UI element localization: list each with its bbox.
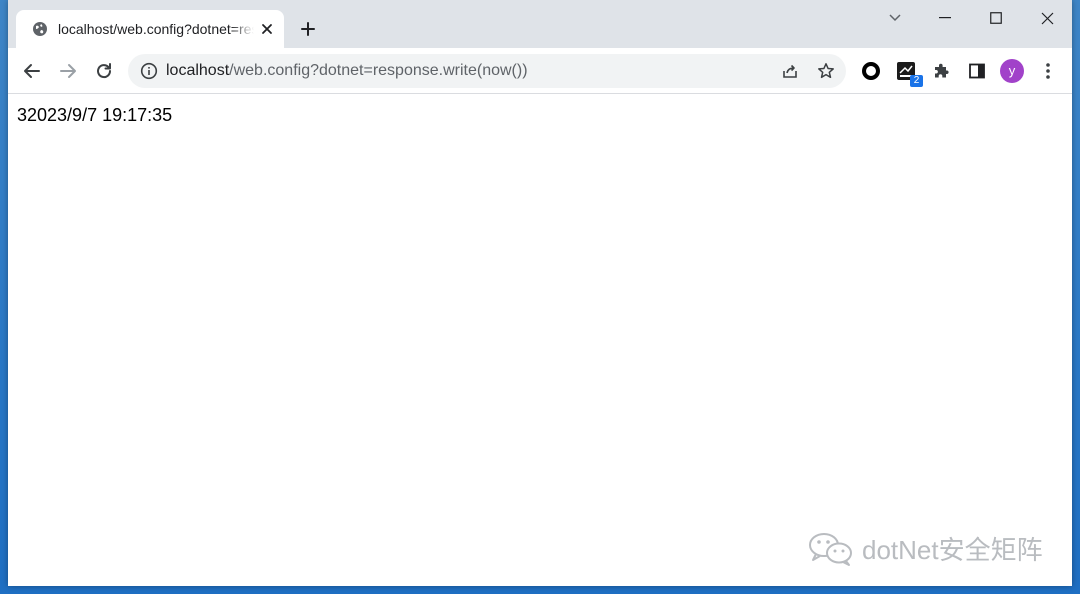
forward-button[interactable] <box>55 58 81 84</box>
maximize-button[interactable] <box>978 4 1014 32</box>
extension-badge-icon[interactable]: 2 <box>895 60 923 87</box>
extensions-puzzle-icon[interactable] <box>930 60 952 82</box>
wechat-logo-icon <box>809 533 852 566</box>
share-icon[interactable] <box>780 61 800 81</box>
close-window-button[interactable] <box>1029 4 1065 32</box>
address-bar[interactable]: localhost/web.config?dotnet=response.wri… <box>128 54 846 88</box>
globe-icon <box>31 20 49 38</box>
new-tab-button[interactable] <box>296 17 320 41</box>
profile-avatar[interactable]: y <box>1000 59 1024 83</box>
url-text[interactable]: localhost/web.config?dotnet=response.wri… <box>166 62 528 80</box>
watermark: dotNet安全矩阵 <box>806 529 1043 567</box>
site-info-icon[interactable] <box>140 62 158 80</box>
active-tab[interactable]: localhost/web.config?dotnet=response.wri… <box>16 10 284 48</box>
browser-window: localhost/web.config?dotnet=response.wri… <box>8 0 1072 586</box>
response-output: 32023/9/7 19:17:35 <box>17 105 173 125</box>
url-path: /web.config?dotnet=response.write(now()) <box>229 62 528 79</box>
extension-badge-count: 2 <box>910 75 923 87</box>
menu-kebab-icon[interactable] <box>1037 60 1059 82</box>
back-button[interactable] <box>19 58 45 84</box>
bookmark-star-icon[interactable] <box>816 61 836 81</box>
url-host: localhost <box>166 62 230 79</box>
tab-title: localhost/web.config?dotnet=response.wri… <box>58 21 254 37</box>
tab-strip: localhost/web.config?dotnet=response.wri… <box>8 0 1072 48</box>
minimize-button[interactable] <box>927 4 963 32</box>
extension-ring-icon[interactable] <box>860 60 882 82</box>
browser-toolbar: localhost/web.config?dotnet=response.wri… <box>8 48 1072 94</box>
side-panel-icon[interactable] <box>966 60 988 82</box>
tab-search-icon[interactable] <box>877 4 913 32</box>
page-content: 32023/9/7 19:17:35 dotNet安全矩阵 <box>8 95 1072 586</box>
reload-button[interactable] <box>91 58 117 84</box>
watermark-text: dotNet安全矩阵 <box>862 534 1043 565</box>
close-tab-icon[interactable] <box>258 20 276 38</box>
